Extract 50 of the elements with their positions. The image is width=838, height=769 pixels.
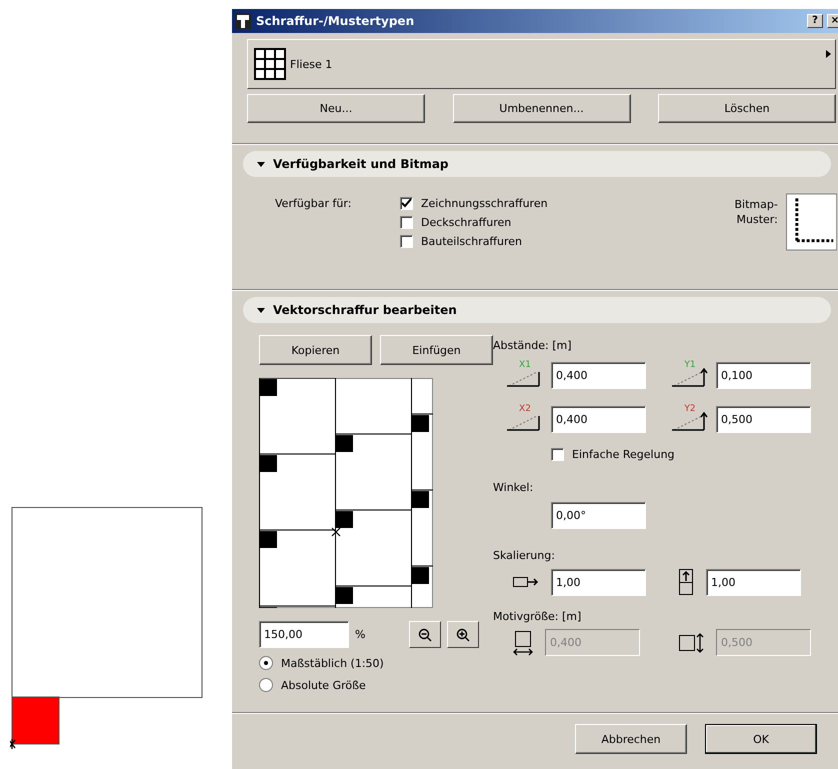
ok-button[interactable]: OK xyxy=(705,724,817,754)
checkbox[interactable] xyxy=(400,216,413,229)
dialog-button[interactable]: Kopieren xyxy=(259,335,372,365)
checkbox[interactable] xyxy=(551,448,564,461)
scale-field[interactable]: 1,00 xyxy=(706,568,801,596)
section-header[interactable]: Vektorschraffur bearbeiten xyxy=(243,297,831,323)
cancel-button[interactable]: Abbrechen xyxy=(575,724,687,754)
radio-button[interactable] xyxy=(259,678,273,692)
angle-field[interactable]: 0,00° xyxy=(551,502,646,529)
grid-icon xyxy=(254,48,286,80)
radio-button[interactable] xyxy=(259,656,273,670)
checkbox-label: Bauteilschraffuren xyxy=(420,235,522,248)
scale-field[interactable]: 1,00 xyxy=(551,568,646,596)
checkbox-label: Deckschraffuren xyxy=(420,216,512,229)
spacing-field[interactable]: 0,400 xyxy=(551,406,646,432)
horizontal-scale-icon xyxy=(513,575,539,589)
spacing-field[interactable]: 0,100 xyxy=(716,362,811,388)
checkbox-label: Zeichnungsschraffuren xyxy=(420,197,548,210)
unit-label: % xyxy=(355,628,366,641)
spacing-field[interactable]: 0,500 xyxy=(716,406,811,432)
section-label: Abstände: [m] xyxy=(493,339,572,352)
width-size-icon xyxy=(513,630,533,656)
height-size-icon xyxy=(678,632,704,652)
window-title: Schraffur-/Mustertypen xyxy=(256,14,414,28)
field-label: Winkel: xyxy=(493,481,534,494)
pattern-selector[interactable]: Fliese 1 xyxy=(247,39,836,89)
help-button[interactable]: ? xyxy=(807,14,823,28)
app-icon xyxy=(234,12,252,30)
close-button[interactable]: × xyxy=(827,14,838,28)
section-header[interactable]: Verfügbarkeit und Bitmap xyxy=(243,151,831,177)
field-label: Motivgröße: [m] xyxy=(493,610,582,623)
radio-label: Maßstäblich (1:50) xyxy=(281,656,384,670)
field-label: Verfügbar für: xyxy=(275,197,352,212)
dialog-button[interactable]: Einfügen xyxy=(380,335,493,365)
checkbox-label: Einfache Regelung xyxy=(572,448,675,461)
radio-label: Absolute Größe xyxy=(281,678,366,692)
field-label: Skalierung: xyxy=(493,549,555,562)
zoom-out-icon[interactable] xyxy=(409,621,441,648)
zoom-in-icon[interactable] xyxy=(447,621,479,648)
dialog-button[interactable]: Umbenennen... xyxy=(452,94,630,123)
checkbox[interactable] xyxy=(400,197,413,210)
dialog-button[interactable]: Neu... xyxy=(247,94,425,123)
field-label: Muster: xyxy=(736,212,778,227)
dialog-button[interactable]: Löschen xyxy=(658,94,836,123)
zoom-field[interactable]: 150,00 xyxy=(259,621,349,648)
field-label: Bitmap- xyxy=(734,197,778,212)
triangle-icon xyxy=(826,50,831,58)
checkbox[interactable] xyxy=(400,235,413,248)
spacing-field[interactable]: 0,400 xyxy=(551,362,646,388)
vertical-scale-icon xyxy=(678,568,694,596)
